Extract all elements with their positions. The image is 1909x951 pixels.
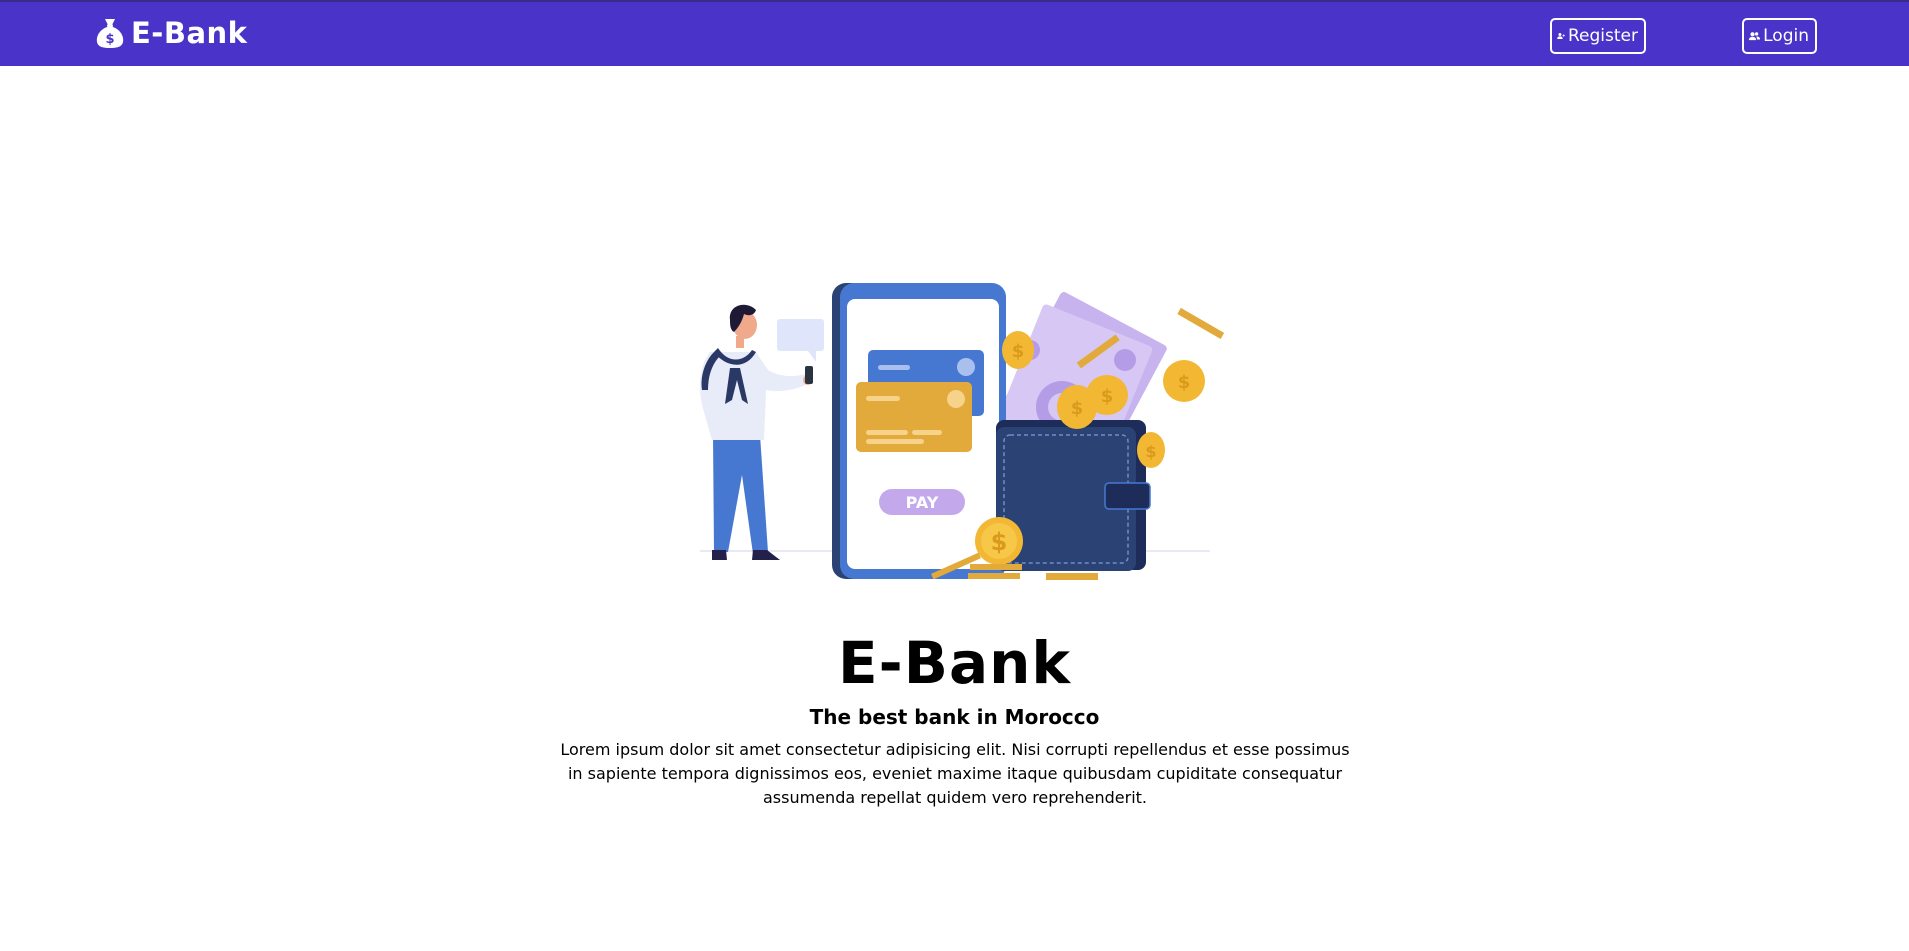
svg-text:$: $ [1145, 442, 1156, 461]
svg-text:$: $ [105, 32, 114, 47]
pay-button-label: PAY [906, 493, 939, 512]
login-button[interactable]: Login [1742, 18, 1817, 54]
svg-text:$: $ [1012, 341, 1025, 362]
user-plus-icon [1557, 33, 1565, 39]
hero-illustration: PAY $ $ $ $ $ $ [700, 283, 1225, 580]
register-button[interactable]: Register [1550, 18, 1646, 54]
hero-description: Lorem ipsum dolor sit amet consectetur a… [560, 740, 1350, 807]
svg-text:$: $ [991, 528, 1008, 556]
hero-title: E-Bank [838, 629, 1071, 697]
register-label: Register [1568, 26, 1638, 46]
brand-link[interactable]: $ E-Bank [95, 16, 247, 50]
svg-text:$: $ [1178, 372, 1191, 393]
navbar: $ E-Bank Register Login [0, 0, 1909, 66]
login-label: Login [1763, 26, 1809, 46]
money-bag-icon: $ [96, 19, 124, 48]
svg-text:$: $ [1071, 398, 1084, 419]
svg-text:$: $ [1101, 386, 1114, 407]
brand-name: E-Bank [131, 16, 248, 50]
person-image [700, 304, 824, 560]
hero-subtitle: The best bank in Morocco [809, 705, 1100, 729]
users-icon [1749, 32, 1761, 41]
